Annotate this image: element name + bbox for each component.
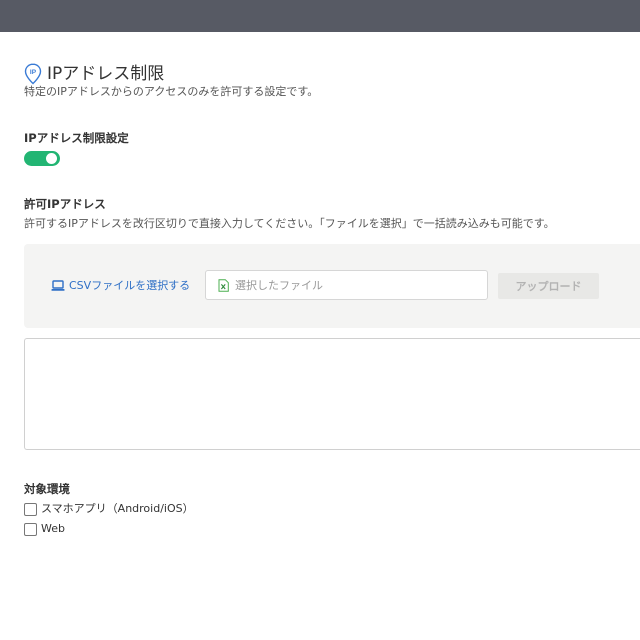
toggle-knob <box>46 153 57 164</box>
page-title-row: IP IPアドレス制限 <box>24 62 164 86</box>
allowed-ips-description: 許可するIPアドレスを改行区切りで直接入力してください。「ファイルを選択」で一括… <box>24 217 555 230</box>
csv-select-link[interactable]: CSVファイルを選択する <box>51 278 190 294</box>
checkbox-label: Web <box>41 522 65 535</box>
allowed-ips-label: 許可IPアドレス <box>24 197 106 211</box>
allowed-ips-textarea[interactable] <box>24 338 640 450</box>
csv-select-label: CSVファイルを選択する <box>69 279 191 292</box>
excel-file-icon <box>218 278 229 292</box>
checkbox-label: スマホアプリ（Android/iOS） <box>41 502 194 515</box>
svg-text:IP: IP <box>30 69 37 76</box>
csv-upload-panel: CSVファイルを選択する 選択したファイル アップロード <box>24 244 640 328</box>
laptop-icon <box>51 280 65 291</box>
upload-button[interactable]: アップロード <box>498 273 599 299</box>
checkbox-smartphone-app[interactable]: スマホアプリ（Android/iOS） <box>24 501 194 517</box>
top-header-bar <box>0 0 640 32</box>
selected-file-placeholder: 選択したファイル <box>235 279 323 292</box>
page-title: IPアドレス制限 <box>47 64 165 84</box>
checkbox-box[interactable] <box>24 502 37 516</box>
selected-file-field[interactable]: 選択したファイル <box>205 270 488 300</box>
page-subtitle: 特定のIPアドレスからのアクセスのみを許可する設定です。 <box>24 85 319 98</box>
restriction-setting-label: IPアドレス制限設定 <box>24 131 129 145</box>
checkbox-web[interactable]: Web <box>24 521 65 537</box>
checkbox-box[interactable] <box>24 522 37 536</box>
target-env-label: 対象環境 <box>24 482 70 496</box>
ip-restriction-toggle[interactable] <box>24 151 60 166</box>
ip-location-pin-icon: IP <box>24 63 42 85</box>
ip-restriction-page: IP IPアドレス制限 特定のIPアドレスからのアクセスのみを許可する設定です。… <box>0 32 640 560</box>
